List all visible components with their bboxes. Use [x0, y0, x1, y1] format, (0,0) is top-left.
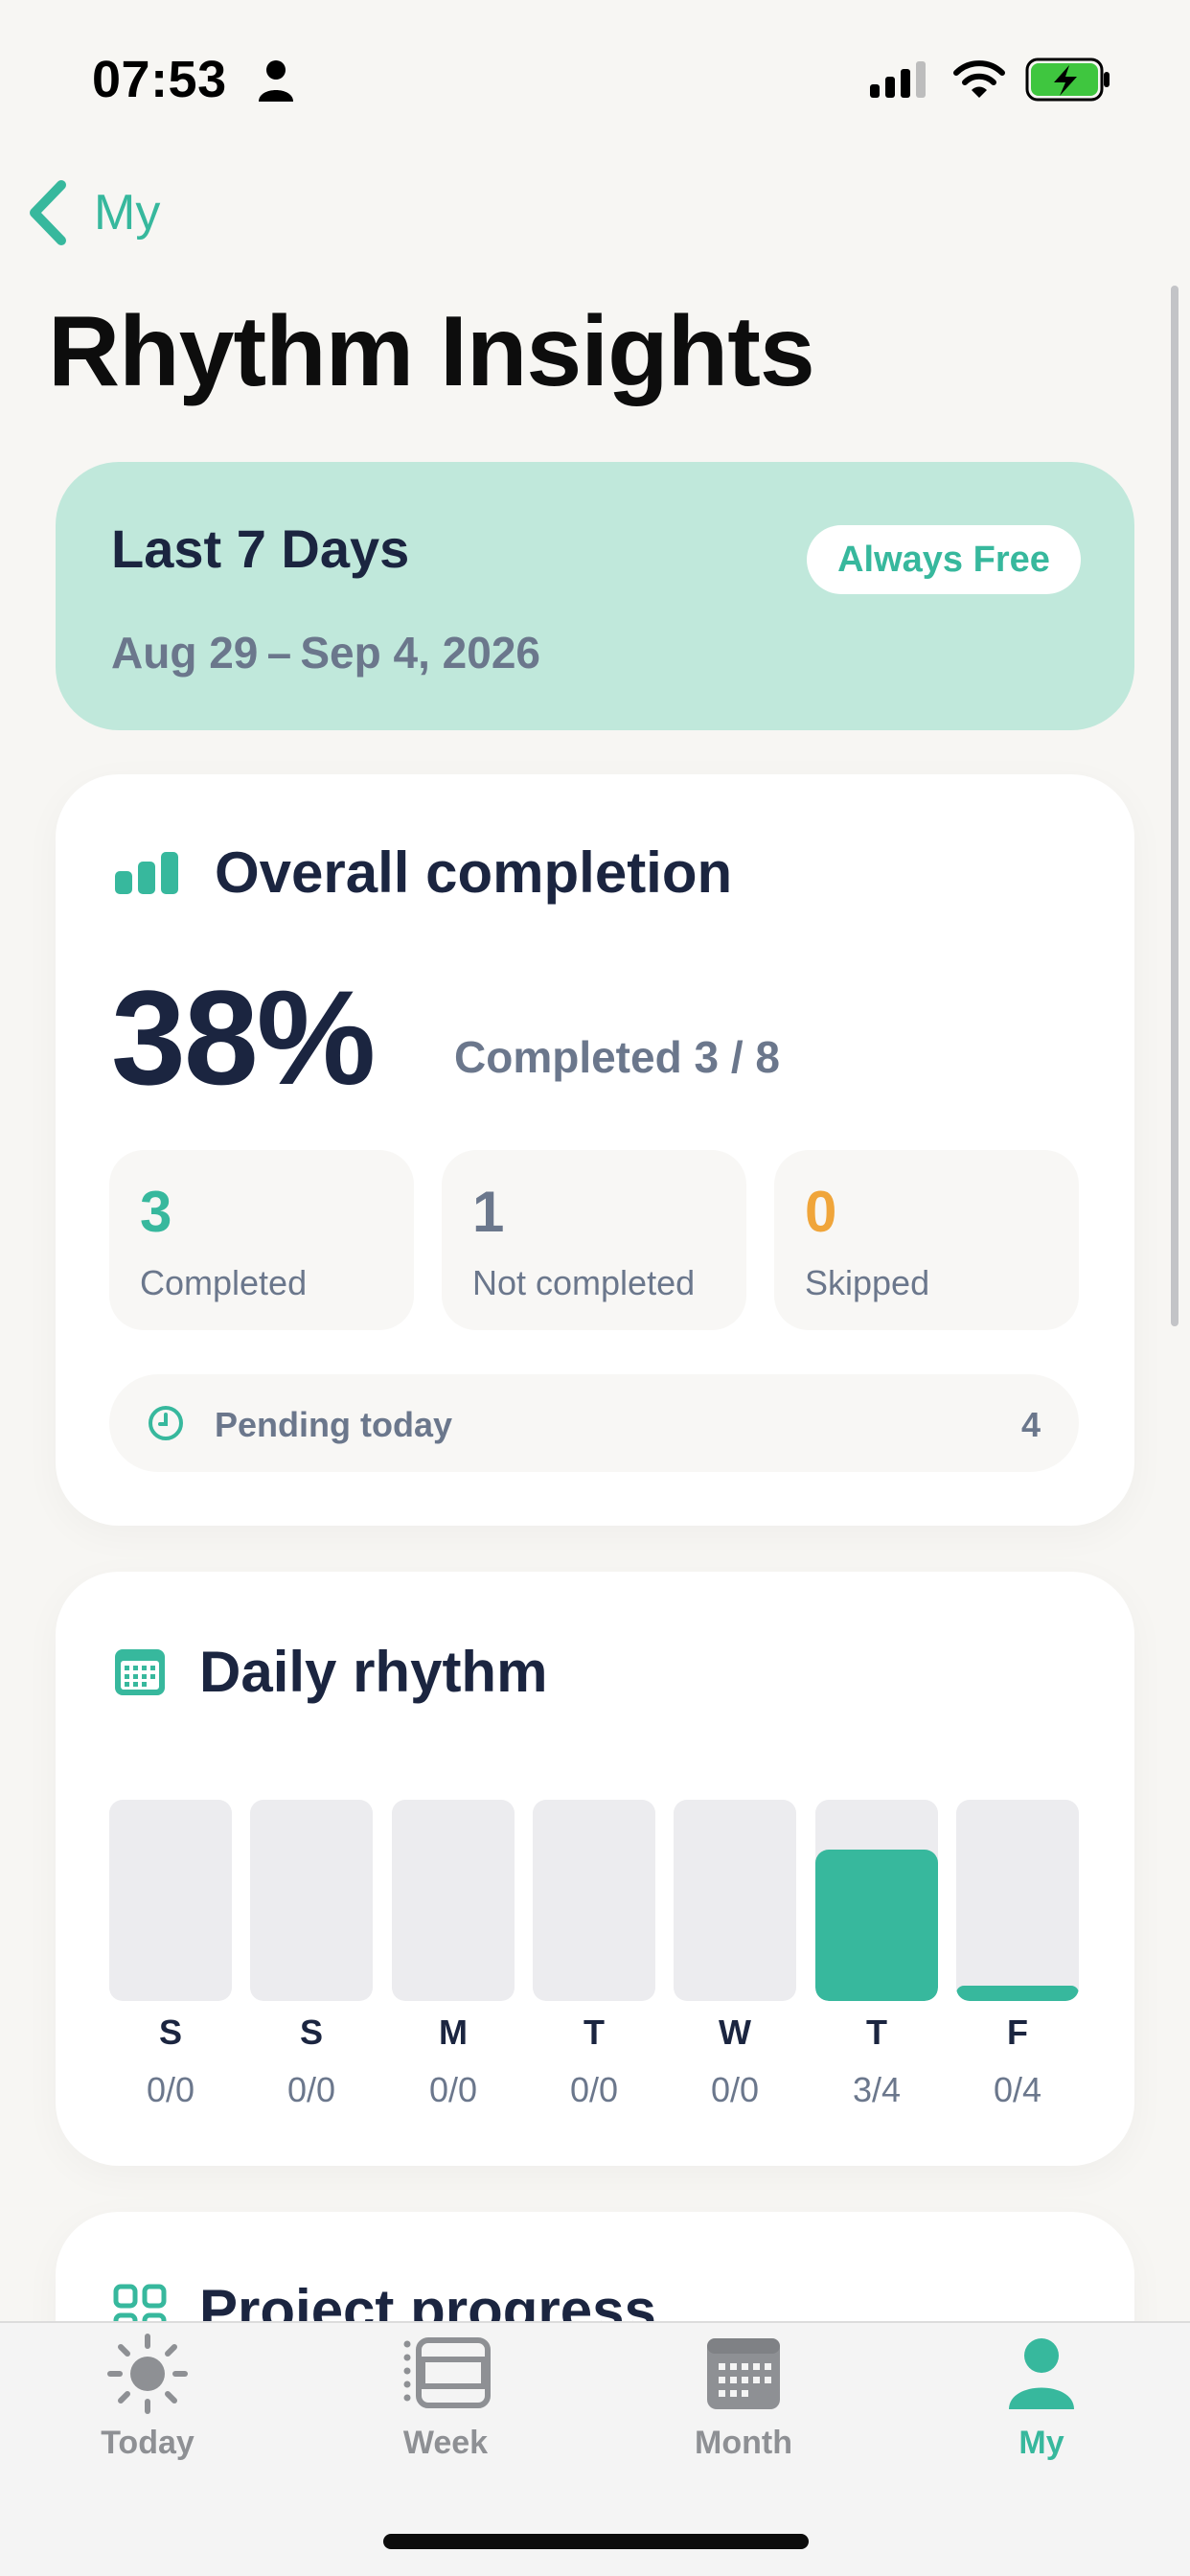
tab-my[interactable]: My: [946, 2333, 1137, 2486]
week-icon: [403, 2337, 491, 2408]
tab-month[interactable]: Month: [648, 2333, 839, 2486]
app-screen: 07:53 My Rhythm Insights Last 7 Days Aug…: [0, 0, 1190, 2576]
range-dates: Aug 29 – Sep 4, 2026: [111, 628, 540, 678]
daily-rhythm-bars: S 0/0 S 0/0 M 0/0 T 0/0 W 0/0 T 3/4 F 0/4: [109, 1800, 1079, 2126]
tab-my-label: My: [1018, 2425, 1064, 2461]
back-label: My: [94, 185, 161, 241]
person-status-icon: [259, 60, 293, 102]
range-title: Last 7 Days: [111, 518, 410, 579]
person-icon: [1009, 2338, 1074, 2409]
day-ratio: 0/0: [710, 2070, 760, 2109]
day-ratio: 0/0: [146, 2070, 195, 2109]
stat-not-completed: 1 Not completed: [442, 1150, 746, 1330]
overall-completion-title: Overall completion: [215, 840, 733, 905]
date-range-card: Last 7 Days Aug 29 – Sep 4, 2026 Always …: [56, 462, 1134, 730]
pending-today-value: 4: [1020, 1405, 1041, 1444]
day-ratio: 3/4: [852, 2070, 902, 2109]
day-label: T: [584, 2012, 605, 2052]
daily-rhythm-card: Daily rhythm S 0/0 S 0/0 M 0/0 T 0/0 W 0/0 T 3/4 F 0/…: [56, 1572, 1134, 2166]
day-label: S: [299, 2012, 323, 2052]
bar-chart-icon: [115, 851, 178, 894]
stat-skipped-label: Skipped: [805, 1263, 930, 1302]
day-bar-track: [815, 1800, 938, 2001]
stat-completed-label: Completed: [140, 1263, 308, 1302]
pending-today-label: Pending today: [215, 1405, 453, 1444]
day-ratio: 0/0: [428, 2070, 478, 2109]
stat-skipped: 0 Skipped: [774, 1150, 1079, 1330]
day-bar-track: [956, 1800, 1079, 2001]
home-indicator[interactable]: [383, 2534, 809, 2549]
status-time: 07:53: [92, 51, 227, 108]
back-button[interactable]: My: [25, 176, 160, 249]
stat-completed: 3 Completed: [109, 1150, 414, 1330]
tab-week-label: Week: [402, 2425, 489, 2461]
daily-rhythm-header: Daily rhythm: [113, 1639, 547, 1705]
overall-completion-card: Overall completion 38% Completed 3 / 8 3…: [56, 774, 1134, 1526]
page-title: Rhythm Insights: [48, 296, 815, 407]
calendar-icon: [707, 2338, 780, 2409]
tab-month-label: Month: [695, 2425, 792, 2461]
day-bar-track: [392, 1800, 515, 2001]
chevron-left-icon: [30, 180, 66, 245]
day-bar-fill: [956, 1986, 1079, 2001]
battery-charging-icon: [1025, 58, 1110, 102]
tab-week[interactable]: Week: [350, 2333, 541, 2486]
day-label: W: [719, 2012, 751, 2052]
always-free-badge: Always Free: [807, 525, 1081, 594]
stat-completed-value: 3: [140, 1180, 172, 1244]
day-bar-track: [109, 1800, 232, 2001]
tab-today-label: Today: [101, 2425, 195, 2461]
day-bar-track: [533, 1800, 655, 2001]
scroll-indicator[interactable]: [1171, 286, 1179, 1326]
day-label: S: [158, 2012, 182, 2052]
day-ratio: 0/0: [569, 2070, 619, 2109]
stat-not-completed-label: Not completed: [472, 1263, 696, 1302]
day-label: M: [439, 2012, 468, 2052]
day-ratio: 0/4: [993, 2070, 1042, 2109]
day-bar-track: [674, 1800, 796, 2001]
day-label: F: [1007, 2012, 1028, 2052]
calendar-grid-icon: [115, 1648, 165, 1695]
cellular-signal-icon: [870, 61, 926, 98]
completion-percent: 38%: [111, 962, 376, 1113]
day-ratio: 0/0: [286, 2070, 336, 2109]
overall-completion-header: Overall completion: [113, 840, 732, 906]
status-bar: 07:53: [0, 0, 1190, 153]
day-bar-fill: [815, 1850, 938, 2001]
sun-icon: [107, 2334, 188, 2414]
clock-icon: [149, 1406, 183, 1440]
tab-today[interactable]: Today: [52, 2333, 243, 2486]
wifi-icon: [953, 60, 1005, 98]
stat-skipped-value: 0: [805, 1180, 837, 1244]
daily-rhythm-title: Daily rhythm: [199, 1640, 548, 1704]
pending-today-row[interactable]: Pending today 4: [109, 1374, 1079, 1472]
day-bar-track: [250, 1800, 373, 2001]
stat-not-completed-value: 1: [472, 1180, 505, 1244]
completed-ratio: Completed 3 / 8: [454, 1032, 780, 1082]
day-label: T: [866, 2012, 887, 2052]
